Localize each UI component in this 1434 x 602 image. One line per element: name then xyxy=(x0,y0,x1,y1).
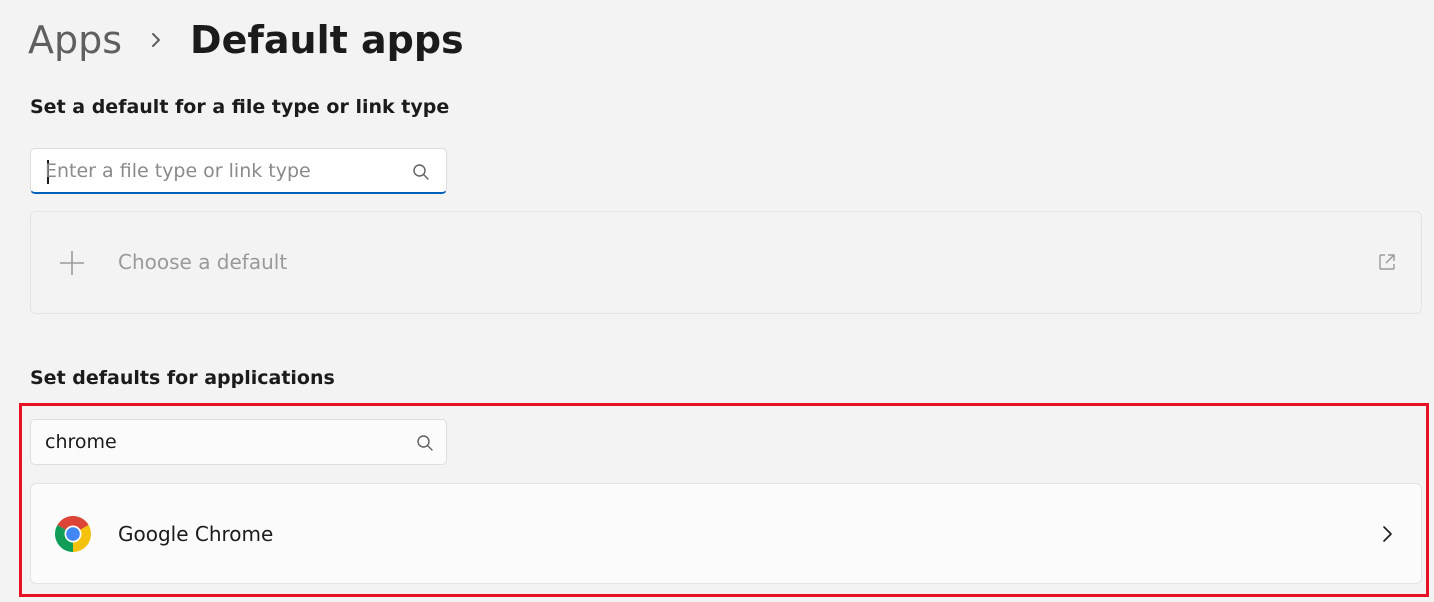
app-search-box[interactable] xyxy=(30,419,447,465)
chevron-right-icon xyxy=(1383,526,1392,542)
apps-section-title: Set defaults for applications xyxy=(30,367,335,389)
page-title: Default apps xyxy=(190,18,464,62)
app-search-input[interactable] xyxy=(45,420,405,464)
search-icon[interactable] xyxy=(412,163,430,181)
app-result-label: Google Chrome xyxy=(118,522,274,546)
chevron-right-icon xyxy=(152,33,161,47)
choose-default-card: Choose a default xyxy=(30,211,1422,314)
file-type-search-box[interactable] xyxy=(30,148,447,194)
choose-default-label: Choose a default xyxy=(118,250,288,274)
app-result-google-chrome[interactable]: Google Chrome xyxy=(30,483,1422,584)
breadcrumb-apps-link[interactable]: Apps xyxy=(28,18,122,62)
open-external-icon xyxy=(1379,254,1395,270)
file-type-search-input[interactable] xyxy=(45,149,405,192)
file-type-section-title: Set a default for a file type or link ty… xyxy=(30,96,450,118)
search-icon[interactable] xyxy=(416,434,434,452)
breadcrumb: Apps Default apps xyxy=(28,14,464,66)
chrome-icon xyxy=(54,516,92,552)
plus-icon xyxy=(60,251,84,275)
